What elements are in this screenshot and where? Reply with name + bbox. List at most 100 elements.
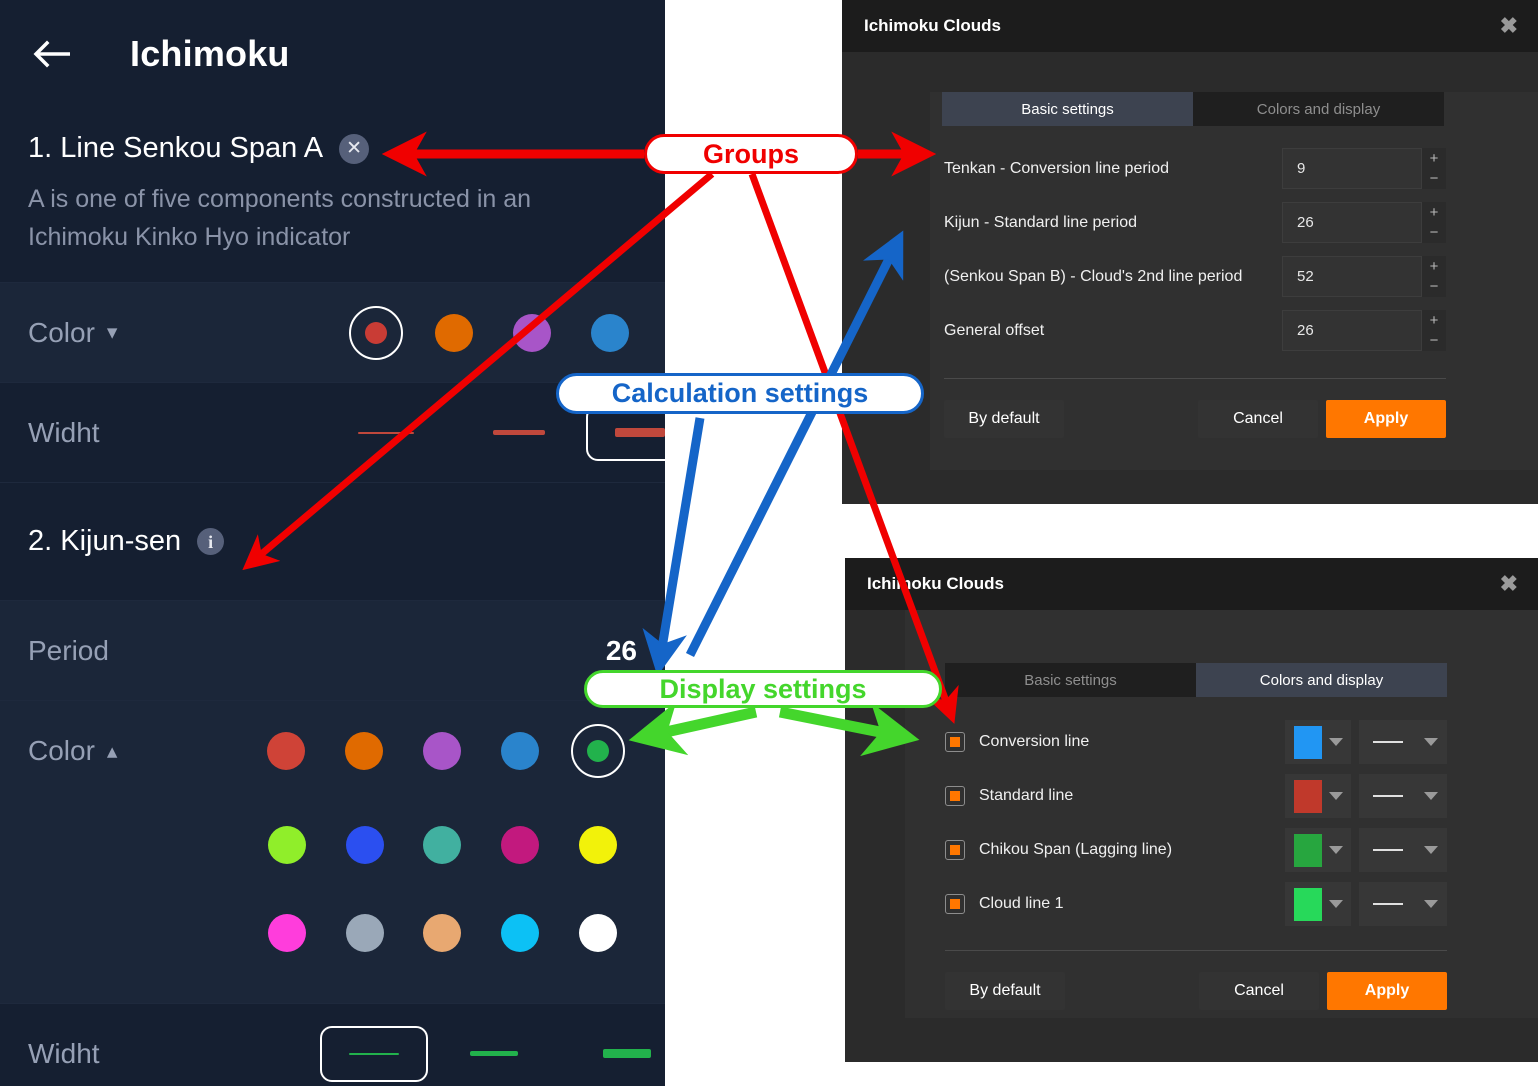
checkbox-conversion-line[interactable]: [945, 732, 965, 752]
width-option[interactable]: [320, 405, 453, 461]
color-swatch-option[interactable]: [325, 732, 403, 770]
decrement-button[interactable]: −: [1422, 330, 1446, 351]
color-swatch-option-selected[interactable]: [559, 724, 637, 778]
width-option-selected[interactable]: [319, 1025, 428, 1082]
tabs-colors: Basic settings Colors and display: [945, 663, 1447, 697]
color-swatch-option[interactable]: [649, 314, 665, 352]
color-dropdown-chikou-span[interactable]: [1285, 828, 1351, 872]
color-swatch-option[interactable]: [481, 826, 559, 864]
color-swatch-option[interactable]: [481, 732, 559, 770]
chevron-down-icon[interactable]: ▾: [107, 320, 118, 345]
width-option[interactable]: [428, 1026, 561, 1082]
apply-button[interactable]: Apply: [1326, 400, 1446, 438]
color-swatch-option[interactable]: [403, 732, 481, 770]
decrement-button[interactable]: −: [1422, 276, 1446, 297]
color-swatch-option[interactable]: [559, 914, 637, 952]
display-row-conversion-line: Conversion line: [945, 720, 1447, 764]
increment-button[interactable]: +: [1422, 148, 1446, 169]
tab-colors-and-display[interactable]: Colors and display: [1196, 663, 1447, 697]
close-icon[interactable]: ✕: [339, 133, 370, 164]
info-icon[interactable]: i: [197, 528, 225, 555]
label-cloud-line-1: Cloud line 1: [979, 895, 1064, 912]
color-swatch-option[interactable]: [404, 914, 482, 952]
tab-basic-settings[interactable]: Basic settings: [942, 92, 1193, 126]
cancel-button[interactable]: Cancel: [1199, 972, 1319, 1010]
section-title-2: 2. Kijun-sen: [28, 525, 182, 557]
checkbox-chikou-span[interactable]: [945, 840, 965, 860]
color-swatch-option[interactable]: [326, 826, 404, 864]
close-icon[interactable]: ✖: [1500, 15, 1518, 37]
dialog-titlebar-colors[interactable]: Ichimoku Clouds ✖: [845, 558, 1538, 610]
chevron-down-icon: [1424, 900, 1438, 908]
tabs-basic: Basic settings Colors and display: [942, 92, 1444, 126]
color-swatch-option[interactable]: [337, 305, 415, 360]
close-icon[interactable]: ✖: [1500, 573, 1518, 595]
color-swatch-option[interactable]: [481, 914, 559, 952]
color-preview: [1294, 833, 1322, 867]
color-swatch-option[interactable]: [247, 732, 325, 770]
page-title: Ichimoku: [130, 33, 290, 74]
dialog-titlebar-basic[interactable]: Ichimoku Clouds ✖: [842, 0, 1538, 52]
input-kijun[interactable]: 26: [1282, 202, 1422, 243]
chevron-up-icon[interactable]: ▴: [107, 739, 118, 764]
checkbox-standard-line[interactable]: [945, 786, 965, 806]
color-dropdown-cloud-line-1[interactable]: [1285, 882, 1351, 926]
dialog-title-colors: Ichimoku Clouds: [867, 574, 1004, 593]
color-swatch-option[interactable]: [248, 914, 326, 952]
increment-button[interactable]: +: [1422, 202, 1446, 223]
color-grid-row-3: [248, 889, 637, 977]
color-swatch-option[interactable]: [248, 826, 326, 864]
field-label-senkou-b: (Senkou Span B) - Cloud's 2nd line perio…: [944, 267, 1243, 285]
color-swatch-option[interactable]: [415, 313, 493, 352]
stepper-buttons: + −: [1422, 310, 1446, 351]
field-row-senkou-b: (Senkou Span B) - Cloud's 2nd line perio…: [944, 256, 1446, 297]
period-value[interactable]: 26: [606, 635, 637, 667]
by-default-button[interactable]: By default: [945, 972, 1065, 1010]
increment-button[interactable]: +: [1422, 310, 1446, 331]
input-offset[interactable]: 26: [1282, 310, 1422, 351]
linestyle-dropdown-chikou-span[interactable]: [1359, 828, 1447, 872]
linestyle-dropdown-standard-line[interactable]: [1359, 774, 1447, 818]
line-style-preview: [1373, 795, 1403, 797]
color-swatch-option[interactable]: [326, 914, 404, 952]
callout-groups: Groups: [644, 134, 858, 174]
increment-button[interactable]: +: [1422, 256, 1446, 277]
back-arrow-icon[interactable]: [30, 31, 76, 77]
section-title-1: 1. Line Senkou Span A: [28, 132, 324, 164]
color-swatch-option[interactable]: [559, 826, 637, 864]
tab-colors-and-display[interactable]: Colors and display: [1193, 92, 1444, 126]
decrement-button[interactable]: −: [1422, 168, 1446, 189]
linestyle-dropdown-conversion-line[interactable]: [1359, 720, 1447, 764]
divider: [945, 950, 1447, 951]
color-dropdown-conversion-line[interactable]: [1285, 720, 1351, 764]
color-swatch-option[interactable]: [571, 313, 649, 352]
input-senkou-b[interactable]: 52: [1282, 256, 1422, 297]
color-swatch-option[interactable]: [404, 826, 482, 864]
color-row-label-1[interactable]: Color ▾: [28, 317, 117, 349]
cancel-button[interactable]: Cancel: [1198, 400, 1318, 438]
color-preview: [1294, 887, 1322, 921]
color-swatch-option[interactable]: [493, 313, 571, 352]
width-option[interactable]: [561, 1026, 665, 1082]
input-tenkan[interactable]: 9: [1282, 148, 1422, 189]
arrow-calculation-down: [642, 417, 705, 676]
panel-header: Ichimoku: [0, 0, 665, 108]
width-option[interactable]: [453, 405, 586, 461]
section-header-1: 1. Line Senkou Span A ✕: [0, 132, 665, 165]
linestyle-dropdown-cloud-line-1[interactable]: [1359, 882, 1447, 926]
apply-button[interactable]: Apply: [1327, 972, 1447, 1010]
decrement-button[interactable]: −: [1422, 222, 1446, 243]
stepper-senkou-b: 52 + −: [1282, 256, 1446, 297]
line-style-preview: [1373, 741, 1403, 743]
width-label-1: Widht: [28, 416, 100, 448]
by-default-button[interactable]: By default: [944, 400, 1064, 438]
callout-display-settings: Display settings: [584, 670, 942, 708]
tab-basic-settings[interactable]: Basic settings: [945, 663, 1196, 697]
indicator-settings-panel: Ichimoku 1. Line Senkou Span A ✕ A is on…: [0, 0, 665, 1086]
color-dropdown-standard-line[interactable]: [1285, 774, 1351, 818]
color-preview: [1294, 779, 1322, 813]
label-standard-line: Standard line: [979, 787, 1074, 804]
color-swatches-section1: [337, 305, 665, 360]
color-row-label-2[interactable]: Color ▴: [28, 735, 247, 767]
checkbox-cloud-line-1[interactable]: [945, 894, 965, 914]
